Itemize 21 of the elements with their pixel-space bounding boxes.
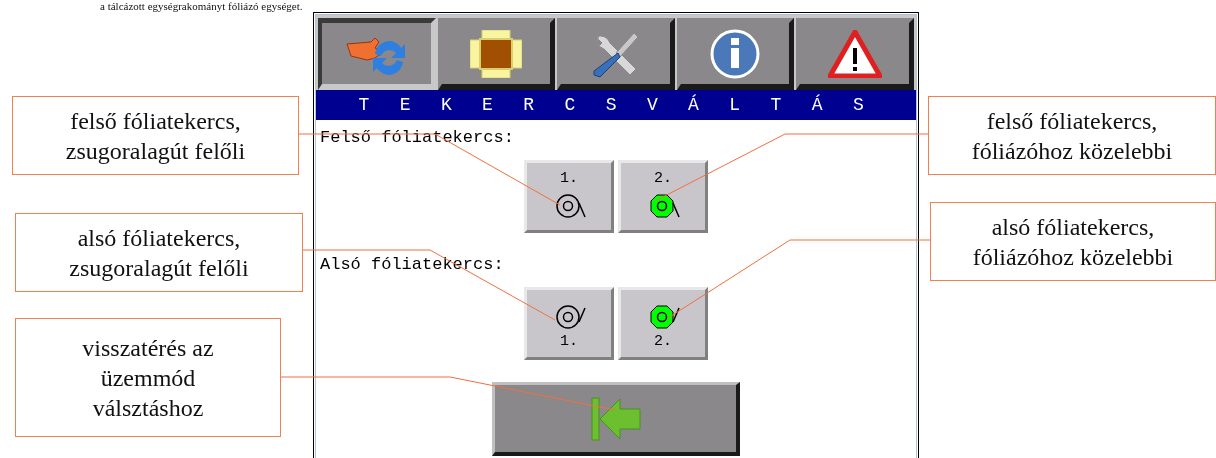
tab[interactable]: [437, 18, 556, 90]
document-text: a tálcázott egységrakományt fóliázó egységet.: [100, 0, 303, 12]
screen-title: T E K E R C S V Á L T Á S: [358, 93, 874, 117]
callout-box: alsó fóliatekercs, zsugoralagút felőli: [15, 213, 303, 292]
warning-icon: [827, 29, 882, 78]
callout-box: felső fóliatekercs, fóliázóhoz közelebbi: [928, 96, 1216, 175]
back-arrow-icon: [589, 395, 642, 442]
info-icon: [710, 28, 761, 79]
tab[interactable]: [676, 18, 795, 90]
box-icon: [469, 29, 522, 78]
tab[interactable]: [318, 18, 436, 90]
callout-box: felső fóliatekercs, zsugoralagút felőli: [12, 96, 299, 175]
roll-button[interactable]: 2.: [618, 160, 708, 233]
callout-box: visszatérés az üzemmód válsztáshoz: [15, 318, 281, 437]
tab[interactable]: [796, 18, 914, 90]
back-button[interactable]: [492, 382, 740, 456]
callout-box: alsó fóliatekercs, fóliázóhoz közelebbi: [930, 202, 1216, 281]
roll-button[interactable]: 1.: [524, 287, 614, 360]
roll-button[interactable]: 2.: [618, 287, 708, 360]
roll-button[interactable]: 1.: [524, 160, 614, 233]
tab[interactable]: [557, 18, 675, 90]
